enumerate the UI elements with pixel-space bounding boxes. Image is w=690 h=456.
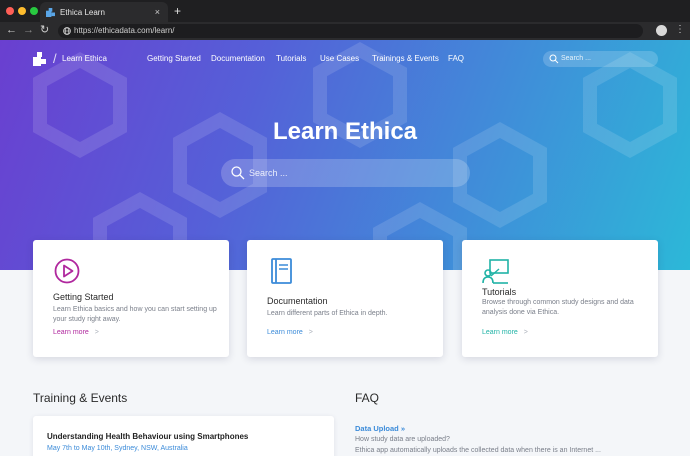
hero-search-placeholder: Search ... (249, 168, 288, 178)
site-info-icon[interactable] (63, 27, 71, 35)
url-text: https://ethicadata.com/learn/ (74, 26, 175, 35)
ethica-logo-icon[interactable] (33, 52, 47, 66)
close-window-button[interactable] (6, 7, 14, 15)
card-description: Learn different parts of Ethica in depth… (267, 310, 388, 317)
browser-chrome: Ethica Learn × + ← → ↻ https://ethicadat… (0, 0, 690, 40)
learn-more-link[interactable]: Learn more > (53, 329, 99, 336)
logo-text-link[interactable]: Learn Ethica (62, 54, 107, 63)
presentation-icon (482, 259, 509, 284)
nav-link-faq[interactable]: FAQ (448, 54, 464, 63)
browser-menu-icon[interactable]: ⋮ (675, 24, 685, 36)
new-tab-button[interactable]: + (174, 4, 181, 18)
nav-search-input[interactable]: Search ... (543, 51, 658, 67)
nav-link-documentation[interactable]: Documentation (211, 54, 265, 63)
card-title: Getting Started (53, 292, 114, 302)
card-description: Learn Ethica basics and how you can star… (53, 306, 217, 323)
hero-title: Learn Ethica (272, 118, 418, 145)
logo-separator: / (53, 51, 57, 66)
card-title: Documentation (267, 296, 328, 306)
tab-close-icon[interactable]: × (155, 7, 160, 17)
play-circle-icon (54, 258, 80, 284)
card-documentation[interactable]: Documentation Learn different parts of E… (247, 240, 443, 357)
address-bar[interactable]: https://ethicadata.com/learn/ (58, 24, 643, 38)
faq-question: How study data are uploaded? (355, 436, 450, 443)
faq-heading: FAQ (355, 391, 380, 405)
chevron-right-icon: > (523, 329, 528, 336)
nav-link-getting-started[interactable]: Getting Started (147, 54, 201, 63)
browser-toolbar: ← → ↻ https://ethicadata.com/learn/ (0, 22, 690, 40)
minimize-window-button[interactable] (18, 7, 26, 15)
tab-title: Ethica Learn (60, 7, 105, 17)
chevron-right-icon: > (308, 329, 313, 336)
ethica-favicon-icon (46, 7, 55, 17)
reload-button[interactable]: ↻ (40, 24, 49, 37)
search-icon (231, 166, 245, 180)
learn-more-link[interactable]: Learn more > (267, 329, 313, 336)
event-card[interactable]: Understanding Health Behaviour using Sma… (33, 416, 334, 456)
card-description: Browse through common study designs and … (482, 299, 634, 316)
event-meta: May 7th to May 10th, Sydney, NSW, Austra… (47, 445, 188, 452)
site-navigation: / Learn Ethica Getting Started Documenta… (0, 40, 690, 78)
nav-link-tutorials[interactable]: Tutorials (276, 54, 306, 63)
back-button[interactable]: ← (6, 24, 17, 37)
nav-search-placeholder: Search ... (561, 55, 591, 62)
browser-tab[interactable]: Ethica Learn × (40, 2, 168, 22)
card-tutorials[interactable]: Tutorials Browse through common study de… (462, 240, 658, 357)
tab-bar: Ethica Learn × + (0, 0, 690, 22)
chevron-right-icon: > (94, 329, 99, 336)
learn-more-link[interactable]: Learn more > (482, 329, 528, 336)
card-getting-started[interactable]: Getting Started Learn Ethica basics and … (33, 240, 229, 357)
book-icon (271, 258, 292, 284)
card-title: Tutorials (482, 287, 517, 297)
search-icon (549, 54, 559, 64)
nav-link-trainings-events[interactable]: Trainings & Events (372, 54, 439, 63)
hero-banner: / Learn Ethica Getting Started Documenta… (0, 40, 690, 270)
profile-avatar[interactable] (656, 25, 667, 36)
faq-item-link[interactable]: Data Upload » (355, 424, 405, 433)
training-events-heading: Training & Events (33, 391, 128, 405)
event-title[interactable]: Understanding Health Behaviour using Sma… (47, 432, 248, 441)
faq-answer: Ethica app automatically uploads the col… (355, 447, 601, 454)
forward-button[interactable]: → (23, 24, 34, 37)
nav-link-use-cases[interactable]: Use Cases (320, 54, 359, 63)
maximize-window-button[interactable] (30, 7, 38, 15)
hero-search-input[interactable]: Search ... (221, 159, 470, 187)
